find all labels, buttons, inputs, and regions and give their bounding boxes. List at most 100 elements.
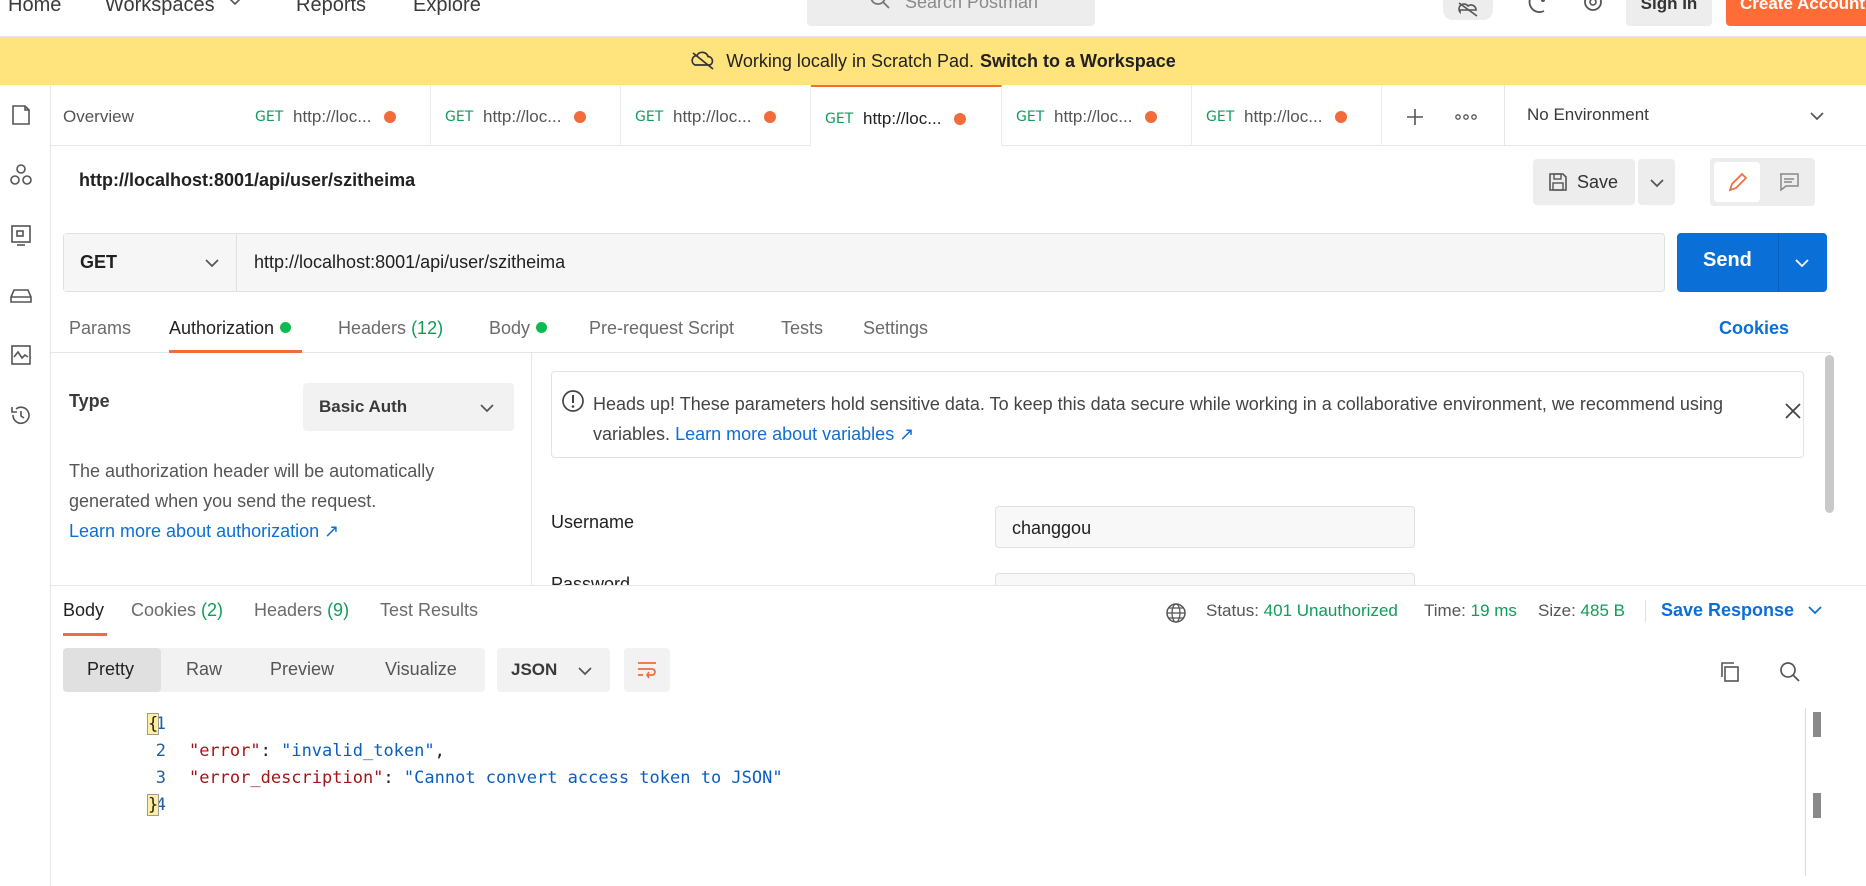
- request-tab[interactable]: GET http://loc...: [1192, 85, 1382, 146]
- chevron-down-icon: [480, 404, 494, 413]
- left-sidebar: [0, 85, 51, 886]
- save-dropdown-button[interactable]: [1638, 159, 1675, 205]
- history-icon[interactable]: [9, 403, 33, 427]
- response-tab-cookies[interactable]: Cookies (2): [131, 600, 223, 621]
- nav-reports[interactable]: Reports: [296, 0, 366, 17]
- size-label: Size:: [1538, 601, 1576, 620]
- copy-icon[interactable]: [1718, 660, 1742, 684]
- tab-settings[interactable]: Settings: [863, 318, 928, 339]
- response-tab-test-results[interactable]: Test Results: [380, 600, 478, 621]
- tab-method: GET: [825, 111, 854, 127]
- auth-type-panel: Type Basic Auth The authorization header…: [51, 353, 532, 585]
- more-horizontal-icon: [1455, 114, 1477, 120]
- response-status[interactable]: Status: 401 Unauthorized: [1206, 601, 1398, 621]
- learn-more-variables-link[interactable]: Learn more about variables ↗: [675, 424, 914, 444]
- sign-in-button[interactable]: Sign In: [1626, 0, 1712, 26]
- close-icon[interactable]: [1784, 402, 1802, 420]
- request-config-tabs: Params Authorization Headers (12) Body P…: [51, 310, 1831, 353]
- new-tab-button[interactable]: [1401, 103, 1429, 131]
- satellite-icon: [1528, 0, 1545, 13]
- response-body-editor[interactable]: 1 { 2 "error": "invalid_token", 3 "error…: [51, 710, 1811, 880]
- environment-selector[interactable]: No Environment: [1505, 85, 1845, 146]
- request-name[interactable]: http://localhost:8001/api/user/szitheima: [79, 170, 415, 191]
- offline-cloud-button[interactable]: [1443, 0, 1493, 20]
- response-headers-label: Headers: [254, 600, 323, 620]
- request-tab[interactable]: GET http://loc...: [241, 85, 431, 146]
- wrap-text-icon: [638, 662, 656, 679]
- chevron-down-icon[interactable]: [1794, 256, 1810, 270]
- settings-button[interactable]: [1580, 0, 1606, 16]
- collections-icon[interactable]: [9, 103, 33, 127]
- auth-type-select[interactable]: Basic Auth: [303, 383, 514, 431]
- gear-icon: [1584, 0, 1602, 11]
- json-comma: ,: [434, 741, 445, 761]
- save-response-button[interactable]: Save Response: [1661, 600, 1823, 621]
- tab-headers[interactable]: Headers (12): [338, 318, 443, 339]
- environments-icon[interactable]: [9, 223, 33, 247]
- username-label: Username: [551, 512, 635, 532]
- monitors-icon[interactable]: [9, 343, 33, 367]
- search-icon[interactable]: [1778, 660, 1802, 684]
- unsaved-dot-icon: [384, 111, 396, 123]
- more-tabs-button[interactable]: [1451, 103, 1481, 131]
- save-button[interactable]: Save: [1533, 159, 1635, 205]
- format-raw[interactable]: Raw: [186, 659, 222, 680]
- nav-workspaces[interactable]: Workspaces: [105, 0, 242, 17]
- tab-tests[interactable]: Tests: [781, 318, 823, 339]
- status-dot-icon: [280, 322, 292, 333]
- response-tab-body[interactable]: Body: [63, 600, 104, 621]
- info-icon: [562, 390, 584, 412]
- response-time[interactable]: Time: 19 ms: [1424, 601, 1517, 621]
- cookies-link[interactable]: Cookies: [1719, 318, 1789, 339]
- comments-mode-button[interactable]: [1766, 162, 1812, 202]
- url-input[interactable]: http://localhost:8001/api/user/szitheima: [254, 252, 565, 273]
- tab-overview[interactable]: Overview: [51, 85, 239, 146]
- unsaved-dot-icon: [1335, 111, 1347, 123]
- nav-explore[interactable]: Explore: [413, 0, 481, 17]
- divider: [1645, 600, 1646, 622]
- format-pretty[interactable]: Pretty: [87, 659, 134, 680]
- editor-scrollbar-thumb[interactable]: [1813, 793, 1821, 818]
- tab-authorization[interactable]: Authorization: [169, 318, 292, 339]
- request-tab[interactable]: GET http://loc...: [431, 85, 621, 146]
- format-preview[interactable]: Preview: [270, 659, 334, 680]
- auth-scrollbar[interactable]: [1825, 355, 1834, 513]
- apis-icon[interactable]: [9, 163, 33, 187]
- format-visualize[interactable]: Visualize: [385, 659, 457, 680]
- scratchpad-banner: Working locally in Scratch Pad. Switch t…: [0, 37, 1866, 85]
- editor-scrollbar-thumb[interactable]: [1813, 712, 1821, 737]
- request-tab[interactable]: GET http://loc...: [1002, 85, 1192, 146]
- alert-text: Heads up! These parameters hold sensitiv…: [593, 389, 1753, 449]
- learn-more-authorization-link[interactable]: Learn more about authorization ↗: [69, 521, 339, 541]
- mock-servers-icon[interactable]: [9, 283, 33, 307]
- satellite-button[interactable]: [1525, 0, 1551, 16]
- edit-mode-button[interactable]: [1714, 162, 1760, 202]
- response-size[interactable]: Size: 485 B: [1538, 601, 1625, 621]
- method-select[interactable]: GET: [64, 234, 237, 291]
- request-tab-active[interactable]: GET http://loc...: [811, 85, 1002, 146]
- password-label-clip: Password: [551, 572, 751, 585]
- tab-prerequest-script[interactable]: Pre-request Script: [589, 318, 734, 339]
- search-input[interactable]: Search Postman: [807, 0, 1095, 26]
- response-tabs: Body Cookies (2) Headers (9) Test Result…: [51, 585, 1866, 636]
- active-tab-indicator: [63, 633, 107, 636]
- tab-params[interactable]: Params: [69, 318, 131, 339]
- search-icon: [870, 0, 890, 9]
- globe-icon[interactable]: [1165, 602, 1187, 624]
- create-account-button[interactable]: Create Account: [1726, 0, 1866, 26]
- time-label: Time:: [1424, 601, 1466, 620]
- tab-body-label: Body: [489, 318, 531, 338]
- send-button[interactable]: Send: [1677, 233, 1827, 292]
- response-cookies-count: (2): [201, 600, 224, 620]
- status-dot-icon: [536, 322, 548, 333]
- password-field[interactable]: [995, 573, 1415, 585]
- username-field[interactable]: changgou: [995, 506, 1415, 548]
- send-label: Send: [1703, 249, 1752, 271]
- nav-home[interactable]: Home: [8, 0, 61, 17]
- request-tab[interactable]: GET http://loc...: [621, 85, 811, 146]
- wrap-lines-button[interactable]: [624, 648, 670, 692]
- language-select[interactable]: JSON: [497, 648, 610, 692]
- response-tab-headers[interactable]: Headers (9): [254, 600, 349, 621]
- tab-body[interactable]: Body: [489, 318, 548, 339]
- switch-workspace-link[interactable]: Switch to a Workspace: [980, 51, 1176, 72]
